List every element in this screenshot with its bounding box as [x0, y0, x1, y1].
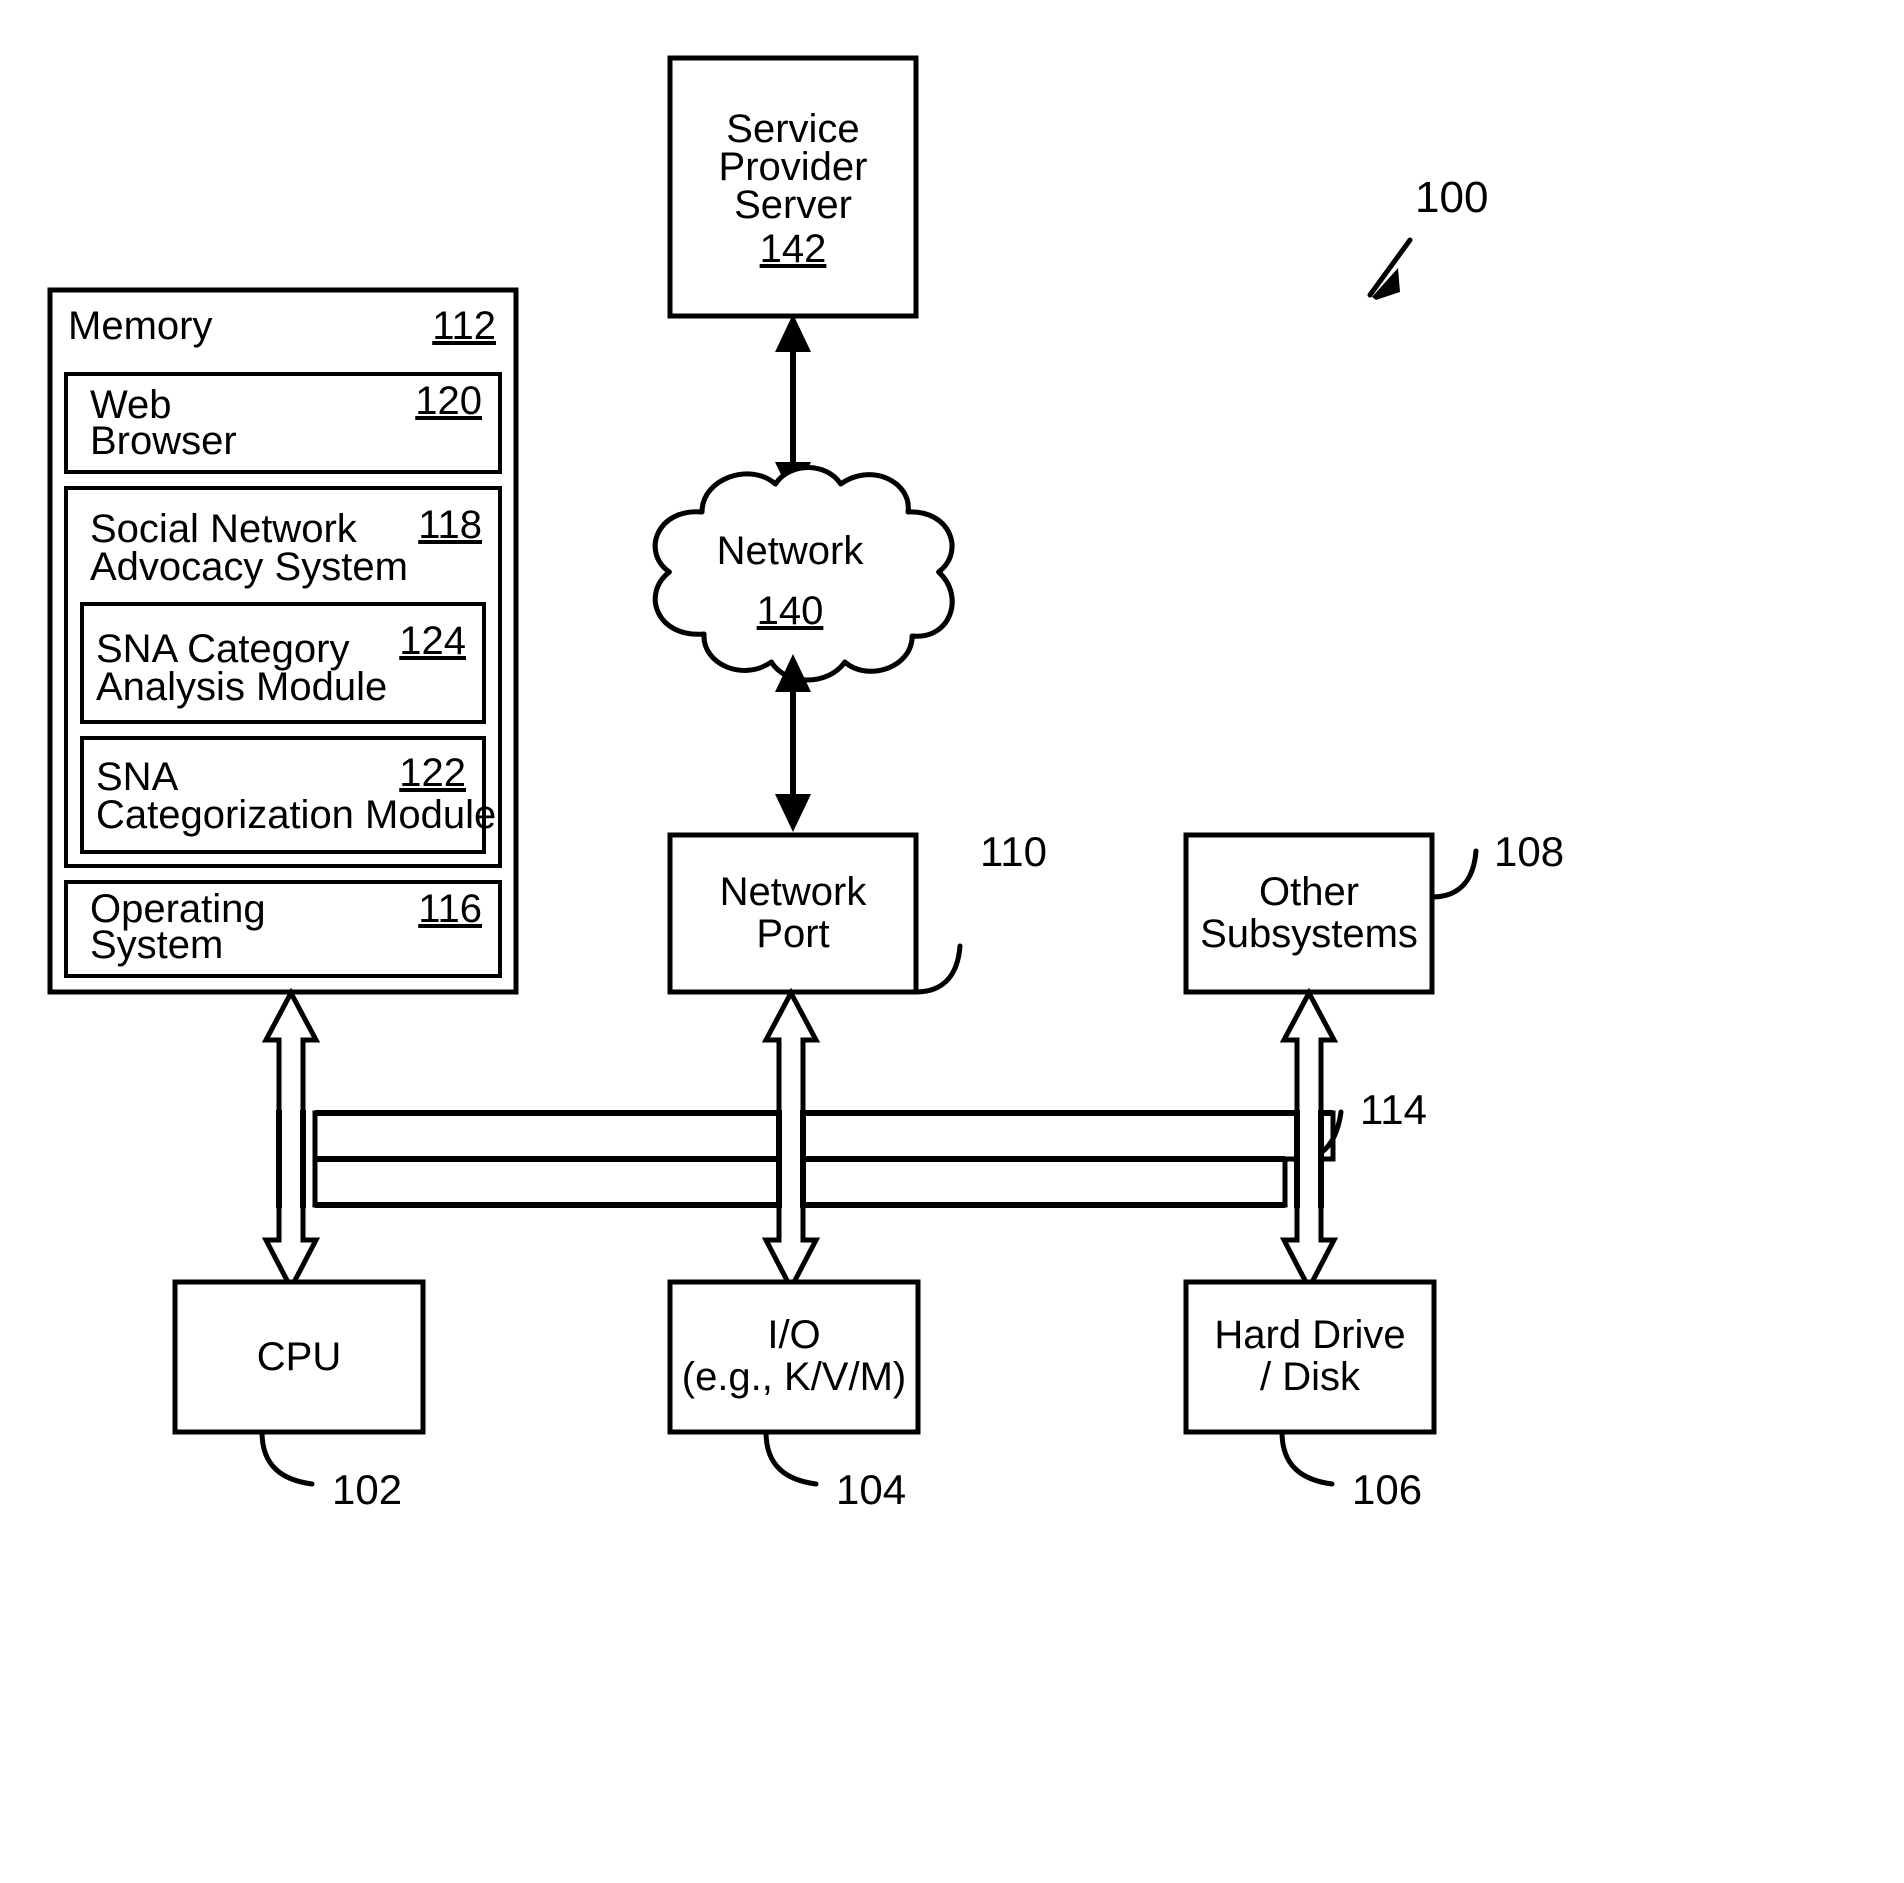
- network-port-leader-line: [913, 943, 963, 995]
- network-port-arrow-down-head: [775, 794, 811, 832]
- sna-cm-ref: 122: [399, 751, 466, 795]
- io-line2: (e.g., K/V/M): [682, 1355, 907, 1399]
- memory-bus-arrow-band-mask: [281, 1110, 302, 1208]
- server-network-arrow-up-head: [775, 314, 811, 352]
- system-architecture-diagram: 100 Service Provider Server 142 Network …: [47, 55, 1564, 1513]
- sna-line2: Advocacy System: [90, 545, 408, 589]
- other-subsystems-bus-arrow-band-mask: [1299, 1110, 1320, 1208]
- operating-system-node[interactable]: Operating System 116: [64, 880, 502, 978]
- social-network-advocacy-system-node[interactable]: Social Network Advocacy System 118 SNA C…: [64, 486, 502, 868]
- service-provider-server-node[interactable]: Service Provider Server 142: [667, 55, 919, 319]
- service-provider-server-line3: Server: [734, 183, 852, 227]
- sna-ref: 118: [418, 503, 482, 547]
- network-port-node[interactable]: Network Port 110: [667, 828, 1047, 995]
- network-port-bus-arrow-band-mask: [781, 1110, 802, 1208]
- io-line1: I/O: [767, 1313, 820, 1357]
- memory-label: Memory: [68, 304, 212, 348]
- network-cloud-node[interactable]: Network 140: [652, 465, 955, 683]
- io-leader-line: [763, 1429, 819, 1487]
- hard-drive-node[interactable]: Hard Drive / Disk 106: [1183, 1279, 1437, 1513]
- hard-drive-line1: Hard Drive: [1214, 1313, 1405, 1357]
- network-port-ref: 110: [980, 828, 1047, 875]
- io-node[interactable]: I/O (e.g., K/V/M) 104: [667, 1279, 921, 1513]
- other-subsystems-node[interactable]: Other Subsystems 108: [1183, 828, 1564, 995]
- memory-ref: 112: [432, 304, 496, 348]
- network-cloud-label: Network: [717, 529, 865, 573]
- operating-system-ref: 116: [418, 887, 482, 931]
- web-browser-ref: 120: [415, 379, 482, 423]
- patent-figure-canvas: 100 Service Provider Server 142 Network …: [0, 0, 1904, 1883]
- sna-category-analysis-module-node[interactable]: SNA Category Analysis Module 124: [80, 602, 486, 724]
- sna-categorization-module-node[interactable]: SNA Categorization Module 122: [80, 736, 496, 854]
- bus-ref: 114: [1360, 1086, 1427, 1133]
- network-port-double-arrow: [775, 654, 811, 832]
- cpu-leader-line: [259, 1429, 315, 1487]
- hard-drive-line2: / Disk: [1260, 1355, 1361, 1399]
- figure-callout-100: 100: [1367, 173, 1488, 300]
- memory-bus-connector: [261, 987, 321, 1294]
- network-port-line2: Port: [756, 912, 829, 956]
- cpu-ref: 102: [332, 1466, 402, 1513]
- cpu-label: CPU: [257, 1335, 341, 1379]
- system-bus: 114: [312, 1086, 1427, 1208]
- network-cloud-shape[interactable]: [652, 465, 955, 683]
- network-port-line1: Network: [720, 870, 868, 914]
- operating-system-line2: System: [90, 923, 223, 967]
- other-subsystems-ref: 108: [1494, 828, 1564, 875]
- service-provider-server-ref: 142: [760, 227, 827, 271]
- memory-node[interactable]: Memory 112 Web Browser 120 Social Networ…: [47, 287, 519, 995]
- io-ref: 104: [836, 1466, 906, 1513]
- other-subsystems-line2: Subsystems: [1200, 912, 1418, 956]
- sna-cam-ref: 124: [399, 619, 466, 663]
- cpu-node[interactable]: CPU 102: [172, 1279, 426, 1513]
- hard-drive-ref: 106: [1352, 1466, 1422, 1513]
- network-cloud-ref: 140: [757, 589, 824, 633]
- sna-cam-line2: Analysis Module: [96, 665, 387, 709]
- web-browser-line2: Browser: [90, 419, 237, 463]
- web-browser-node[interactable]: Web Browser 120: [64, 372, 502, 474]
- sna-cm-line2: Categorization Module: [96, 793, 496, 837]
- other-subsystems-line1: Other: [1259, 870, 1359, 914]
- other-subsystems-leader-line: [1429, 848, 1479, 900]
- figure-number-label: 100: [1415, 173, 1488, 222]
- hard-drive-leader-line: [1279, 1429, 1335, 1487]
